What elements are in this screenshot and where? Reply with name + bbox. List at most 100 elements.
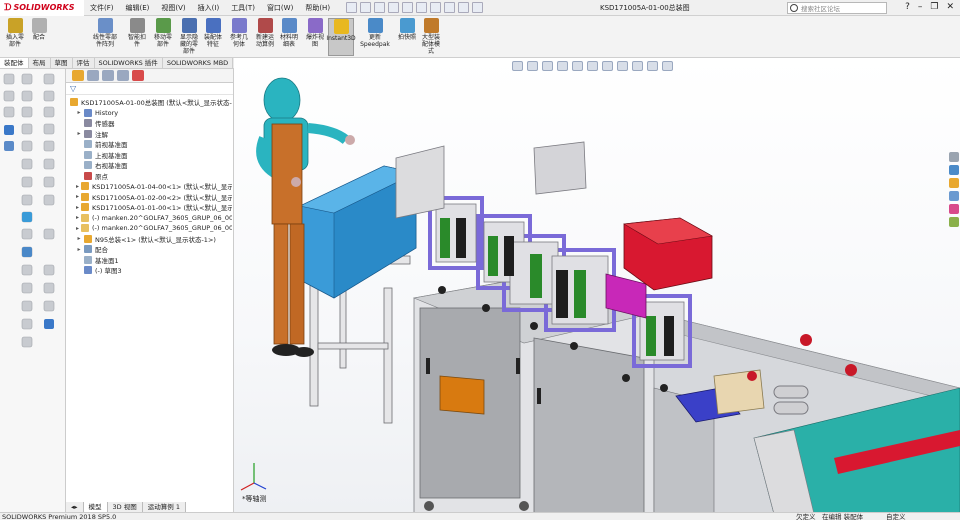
file-explorer-icon[interactable] (949, 178, 959, 188)
tree-node[interactable]: ▸ History (66, 108, 232, 118)
new-file-icon[interactable] (360, 2, 372, 13)
subassembly-icon (81, 203, 90, 211)
sensor-icon (84, 119, 92, 127)
ribbon-button-speedpak[interactable]: 更新 Speedpak (360, 18, 390, 48)
tree-node[interactable]: 基准面1 (66, 255, 232, 265)
tree-node[interactable]: ▸ (-) manken.20^GOLFA7_3605_GRUP_06_000_G… (66, 223, 232, 233)
custom-properties-icon[interactable] (949, 217, 959, 227)
menu-help[interactable]: 帮助(H) (299, 0, 336, 16)
ribbon-button-move-component[interactable]: 移动零 部件 (150, 18, 176, 48)
tab-3[interactable]: 评估 (72, 58, 95, 68)
ribbon-button-large-assembly[interactable]: 大型装 配体模 式 (418, 18, 444, 55)
expand-caret-icon[interactable]: ▸ (76, 235, 82, 242)
tree-node[interactable]: ▸ KSD171005A-01-04-00<1> (默认<默认_显示状态-1>) (66, 181, 232, 191)
rebuild-icon[interactable] (444, 2, 456, 13)
tab-motion-study[interactable]: 运动算例 1 (142, 502, 186, 512)
tab-arrows[interactable]: ◂▸ (66, 502, 84, 512)
ribbon-button-instant3d[interactable]: Instant3D (326, 18, 356, 56)
undo-icon[interactable] (416, 2, 428, 13)
display-manager-tab-icon[interactable] (132, 70, 144, 81)
ribbon-button-mate[interactable]: 配合 (26, 18, 52, 41)
ribbon-button-snapshot[interactable]: 拍快照 (394, 18, 420, 41)
expand-caret-icon[interactable]: ▸ (76, 193, 79, 200)
save-icon[interactable] (388, 2, 400, 13)
tree-node[interactable]: ▸ 注解 (66, 129, 232, 139)
expand-caret-icon[interactable]: ▸ (76, 214, 79, 221)
history-icon (84, 108, 92, 117)
ribbon-button-assembly-feature[interactable]: 装配体 特征 (200, 18, 226, 48)
view-orientation-label: *等轴测 (242, 495, 267, 503)
tree-node[interactable]: ▸ (-) manken.20^GOLFA7_3605_GRUP_06_000_G… (66, 213, 232, 223)
tree-node[interactable]: 右视基准面 (66, 160, 232, 170)
feature-tree-tab-icon[interactable] (72, 70, 84, 81)
configuration-tab-icon[interactable] (102, 70, 114, 81)
tab-5[interactable]: SOLIDWORKS MBD (162, 58, 234, 68)
tree-node[interactable]: KSD171005A-01-00总装图 (默认<默认_显示状态-1>) (66, 97, 232, 107)
menu-insert[interactable]: 插入(I) (192, 0, 226, 16)
print-icon[interactable] (402, 2, 414, 13)
dimxpert-tab-icon[interactable] (117, 70, 129, 81)
tree-node[interactable]: 前视基准面 (66, 139, 232, 149)
close-icon[interactable]: ✕ (946, 2, 954, 13)
menu-window[interactable]: 窗口(W) (261, 0, 299, 16)
title-bar: ᗪ SOLIDWORKS 文件(F) 编辑(E) 视图(V) 插入(I) 工具(… (0, 0, 960, 16)
tab-0[interactable]: 装配体 (0, 58, 29, 68)
open-file-icon[interactable] (374, 2, 386, 13)
ribbon-button-smart-fastener[interactable]: 智能扣 件 (124, 18, 150, 48)
view-palette-icon[interactable] (949, 191, 959, 201)
solidworks-logo[interactable]: ᗪ SOLIDWORKS (0, 0, 84, 16)
search-box[interactable]: 搜索社区论坛 (787, 2, 887, 14)
restore-icon[interactable]: ❐ (930, 2, 938, 13)
tree-node[interactable]: 传感器 (66, 118, 232, 128)
appearances-icon[interactable] (949, 204, 959, 214)
design-library-icon[interactable] (949, 165, 959, 175)
expand-caret-icon[interactable]: ▸ (76, 225, 79, 232)
property-manager-tab-icon[interactable] (87, 70, 99, 81)
tree-node[interactable]: ▸ N95总装<1> (默认<默认_显示状态-1>) (66, 234, 232, 244)
menu-file[interactable]: 文件(F) (84, 0, 120, 16)
tree-node-label: 原点 (95, 172, 108, 181)
graphics-area[interactable]: *等轴测 (234, 58, 960, 514)
tree-node[interactable]: 上视基准面 (66, 150, 232, 160)
tree-node[interactable]: ▸ 配合 (66, 244, 232, 254)
tree-node-label: 传感器 (95, 120, 115, 128)
expand-caret-icon[interactable]: ▸ (76, 183, 79, 190)
ribbon-button-reference-geometry[interactable]: 参考几 何体 (226, 18, 252, 48)
tab-1[interactable]: 布局 (28, 58, 51, 68)
tree-node[interactable]: (-) 草图3 (66, 265, 232, 275)
ribbon-button-label: 更新 Speedpak (360, 34, 390, 48)
tree-node[interactable]: 原点 (66, 171, 232, 181)
expand-caret-icon[interactable]: ▸ (76, 109, 82, 116)
sketch-icon (84, 266, 92, 274)
expand-caret-icon[interactable]: ▸ (76, 130, 82, 137)
tab-3d-view[interactable]: 3D 视图 (107, 502, 143, 512)
ribbon-button-linear-pattern[interactable]: 线性零部 件阵列 (92, 18, 118, 48)
tab-4[interactable]: SOLIDWORKS 插件 (94, 58, 163, 68)
options-icon[interactable] (472, 2, 484, 13)
home-icon[interactable] (346, 2, 358, 13)
tree-node-label: (-) manken.20^GOLFA7_3605_GRUP_06_000_GO… (92, 213, 232, 222)
ribbon-button-show-hidden[interactable]: 显示隐 藏的零 部件 (176, 18, 202, 55)
tree-node[interactable]: ▸ KSD171005A-01-02-00<2> (默认<默认_显示状态- (66, 192, 232, 202)
ribbon-button-bom[interactable]: 材料明 细表 (276, 18, 302, 48)
minimize-icon[interactable]: – (918, 2, 923, 13)
assembly-model-render[interactable] (234, 58, 960, 514)
expand-caret-icon[interactable]: ▸ (76, 246, 82, 253)
ribbon-button-motion-study[interactable]: 新建运 动算例 (252, 18, 278, 48)
tree-filter[interactable]: ▽ (66, 83, 233, 95)
ribbon-button-label: 显示隐 藏的零 部件 (179, 34, 198, 55)
tree-node[interactable]: ▸ KSD171005A-01-01-00<1> (默认<默认_显示状态- (66, 202, 232, 212)
left-toolbar-icons[interactable] (0, 69, 66, 369)
expand-caret-icon[interactable]: ▸ (76, 204, 79, 211)
ribbon-button-insert-component[interactable]: 插入零 部件 (2, 18, 28, 48)
help-icon[interactable]: ? (905, 2, 910, 13)
tab-model[interactable]: 模型 (83, 502, 108, 512)
menu-edit[interactable]: 编辑(E) (120, 0, 156, 16)
menu-view[interactable]: 视图(V) (155, 0, 191, 16)
menu-tools[interactable]: 工具(T) (225, 0, 261, 16)
select-icon[interactable] (430, 2, 442, 13)
tab-2[interactable]: 草图 (50, 58, 73, 68)
ribbon-button-exploded-view[interactable]: 爆炸视 图 (302, 18, 328, 48)
solidworks-resources-icon[interactable] (949, 152, 959, 162)
file-properties-icon[interactable] (458, 2, 470, 13)
